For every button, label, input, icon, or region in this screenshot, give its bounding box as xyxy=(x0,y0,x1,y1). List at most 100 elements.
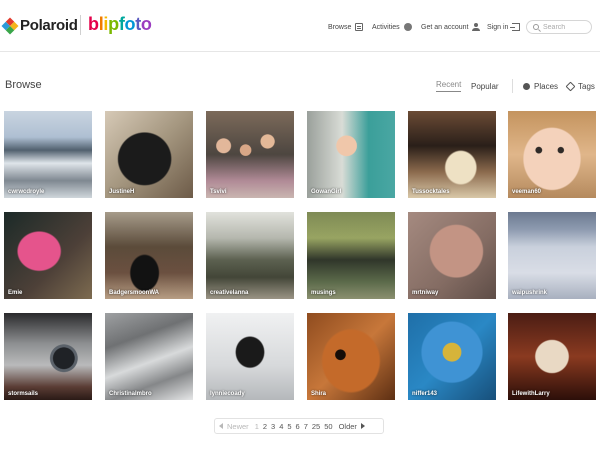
photo-tile[interactable]: stormsails xyxy=(4,313,92,400)
page-link[interactable]: 25 xyxy=(312,422,320,431)
photo-username: veeman60 xyxy=(512,189,542,195)
photo-tile[interactable]: cwrwcdroyle xyxy=(4,111,92,198)
photo-image xyxy=(105,111,193,198)
photo-tile[interactable]: mrtniway xyxy=(408,212,496,299)
polaroid-logo[interactable]: Polaroid xyxy=(1,17,78,34)
chevron-left-icon xyxy=(219,423,223,429)
photo-image xyxy=(307,111,395,198)
photo-username: Tsvivi xyxy=(210,189,227,195)
photo-image xyxy=(408,111,496,198)
nav-activities-label: Activities xyxy=(372,23,400,31)
older-label: Older xyxy=(338,421,357,431)
photo-image xyxy=(307,313,395,400)
photo-tile[interactable]: Shira xyxy=(307,313,395,400)
photo-tile[interactable]: Tussocktales xyxy=(408,111,496,198)
nav-browse[interactable]: Browse xyxy=(328,20,364,34)
browse-icon xyxy=(355,23,364,31)
page-link[interactable]: 6 xyxy=(296,422,300,431)
search-input[interactable] xyxy=(543,23,587,31)
newer-link: Newer xyxy=(219,422,249,431)
tab-recent[interactable]: Recent xyxy=(436,80,462,92)
photo-username: mrtniway xyxy=(412,290,439,296)
tab-popular[interactable]: Popular xyxy=(471,80,499,92)
tag-icon xyxy=(565,81,576,91)
photo-tile[interactable]: JustineH xyxy=(105,111,193,198)
photo-username: GowanGirl xyxy=(311,189,342,195)
photo-username: niffer143 xyxy=(412,391,438,397)
photo-tile[interactable]: lynniecoady xyxy=(206,313,294,400)
photo-image xyxy=(307,212,395,299)
page-link[interactable]: 4 xyxy=(279,422,283,431)
photo-username: lynniecoady xyxy=(210,391,245,397)
nav-get-account-label: Get an account xyxy=(421,23,469,31)
photo-tile[interactable]: veeman60 xyxy=(508,111,596,198)
photo-image xyxy=(206,212,294,299)
photo-image xyxy=(206,313,294,400)
photo-image xyxy=(4,212,92,299)
pagination: Newer 1 2 3 4 5 6 7 25 50 Older xyxy=(214,418,384,434)
page-title: Browse xyxy=(5,79,42,91)
page-link[interactable]: 2 xyxy=(263,422,267,431)
page-link[interactable]: 7 xyxy=(304,422,308,431)
photo-tile[interactable]: waipushrink xyxy=(508,212,596,299)
photo-tile[interactable]: ChristinaImbro xyxy=(105,313,193,400)
photo-username: BadgersmoonWA xyxy=(109,290,160,296)
newer-label: Newer xyxy=(227,421,249,431)
photo-username: stormsails xyxy=(8,391,39,397)
nav-activities[interactable]: Activities xyxy=(372,20,412,34)
photo-image xyxy=(408,313,496,400)
photo-username: LifewithLarry xyxy=(512,391,550,397)
photo-image xyxy=(206,111,294,198)
nav-sign-in[interactable]: Sign in xyxy=(487,20,521,34)
photo-username: ChristinaImbro xyxy=(109,391,152,397)
page-link[interactable]: 5 xyxy=(287,422,291,431)
tab-places[interactable]: Places xyxy=(523,80,558,92)
add-user-icon xyxy=(472,23,481,31)
tab-places-label: Places xyxy=(534,81,559,91)
photo-image xyxy=(508,212,596,299)
chevron-right-icon xyxy=(360,423,365,429)
search-icon xyxy=(533,24,539,30)
location-pin-icon xyxy=(523,82,530,90)
polaroid-mark-icon xyxy=(1,17,19,34)
tab-tags-label: Tags xyxy=(578,81,595,91)
photo-username: Emie xyxy=(8,290,23,296)
polaroid-wordmark: Polaroid xyxy=(20,17,78,34)
photo-image xyxy=(508,313,596,400)
page-link[interactable]: 50 xyxy=(324,422,332,431)
photo-tile[interactable]: BadgersmoonWA xyxy=(105,212,193,299)
photo-tile[interactable]: niffer143 xyxy=(408,313,496,400)
nav-get-account[interactable]: Get an account xyxy=(421,20,481,34)
globe-icon xyxy=(403,23,412,31)
tab-tags[interactable]: Tags xyxy=(565,80,595,92)
photo-username: musings xyxy=(311,290,336,296)
logo-divider xyxy=(80,15,81,35)
site-header: Polaroid blipfoto Browse Activities Get … xyxy=(0,0,600,52)
photo-username: waipushrink xyxy=(512,290,548,296)
photo-image xyxy=(105,212,193,299)
photo-image xyxy=(508,111,596,198)
page-link[interactable]: 3 xyxy=(271,422,275,431)
photo-image xyxy=(408,212,496,299)
photo-username: Shira xyxy=(311,391,327,397)
photo-username: Tussocktales xyxy=(412,189,450,195)
older-link[interactable]: Older xyxy=(339,422,365,431)
photo-tile[interactable]: LifewithLarry xyxy=(508,313,596,400)
photo-tile[interactable]: Tsvivi xyxy=(206,111,294,198)
nav-sign-in-label: Sign in xyxy=(487,23,509,31)
photo-username: JustineH xyxy=(109,189,135,195)
blipfoto-logo[interactable]: blipfoto xyxy=(88,14,152,35)
photo-tile[interactable]: musings xyxy=(307,212,395,299)
filter-divider xyxy=(512,79,513,93)
photo-username: creativelanna xyxy=(210,290,249,296)
search-box[interactable] xyxy=(526,20,592,34)
photo-image xyxy=(105,313,193,400)
photo-image xyxy=(4,111,92,198)
nav-browse-label: Browse xyxy=(328,23,352,31)
photo-tile[interactable]: creativelanna xyxy=(206,212,294,299)
photo-username: cwrwcdroyle xyxy=(8,189,45,195)
sign-in-icon xyxy=(510,23,521,31)
photo-tile[interactable]: GowanGirl xyxy=(307,111,395,198)
page-link-current: 1 xyxy=(254,421,259,431)
photo-tile[interactable]: Emie xyxy=(4,212,92,299)
